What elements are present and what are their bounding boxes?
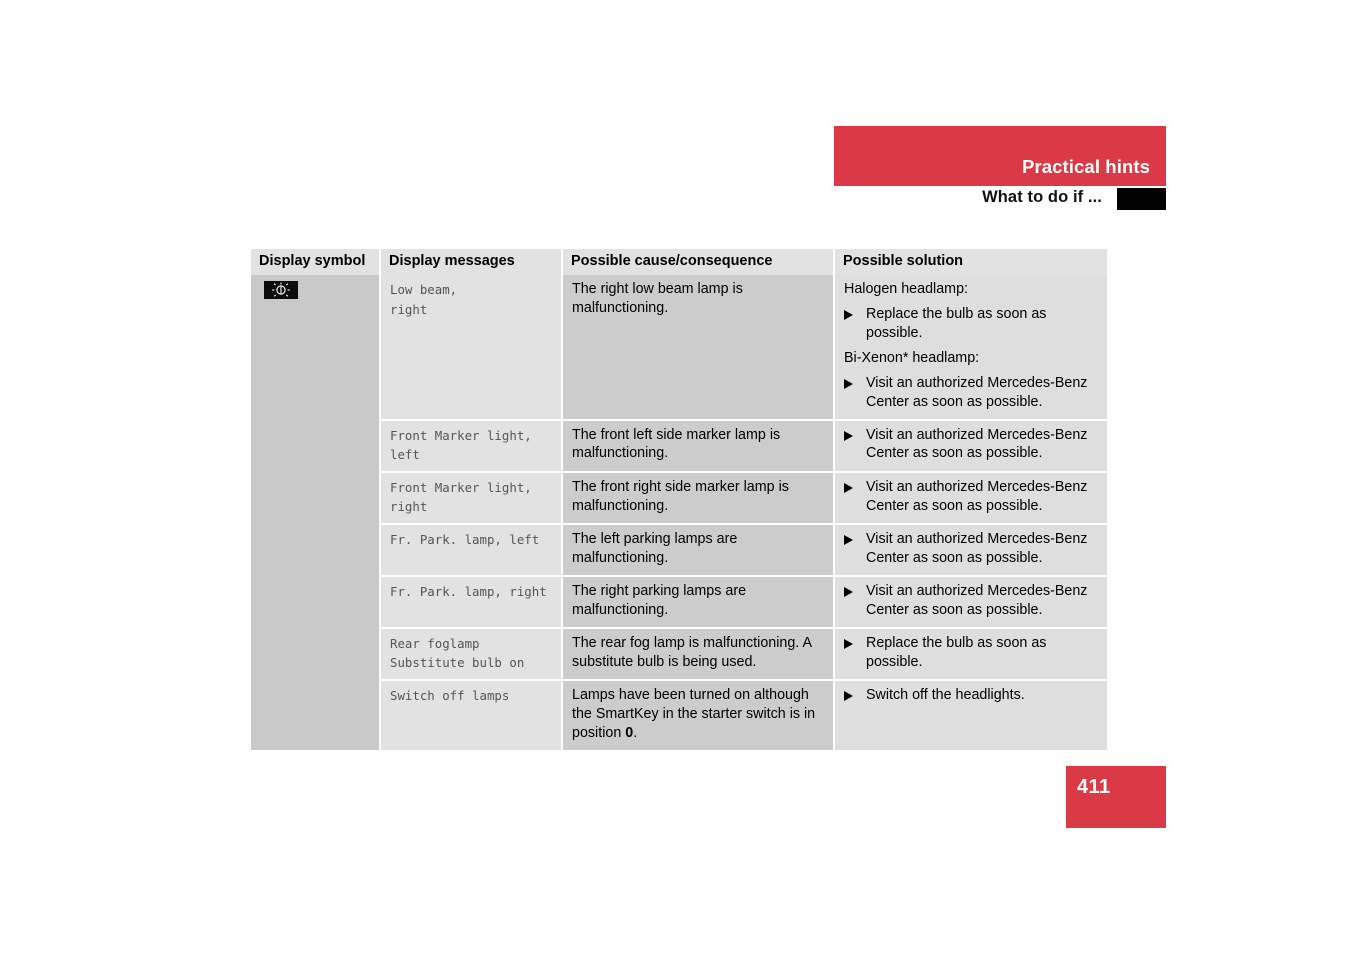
triangle-bullet-icon xyxy=(844,535,853,546)
display-message-cell: Switch off lamps xyxy=(380,680,563,750)
column-header-display-symbol: Display symbol xyxy=(251,249,381,276)
display-message-text: Front Marker light, left xyxy=(390,427,532,462)
possible-cause-cell: The right low beam lamp is malfunctionin… xyxy=(562,275,835,421)
triangle-bullet-icon xyxy=(844,310,853,321)
solution-bullet-item: Visit an authorized Mercedes-Benz Center… xyxy=(844,374,1098,412)
solution-text: Replace the bulb as soon as possible. xyxy=(866,634,1047,670)
possible-cause-cell: The left parking lamps are malfunctionin… xyxy=(562,524,835,578)
solution-bullet-item: Switch off the headlights. xyxy=(844,686,1098,705)
display-message-cell: Fr. Park. lamp, left xyxy=(380,524,563,578)
possible-cause-text: The right low beam lamp is malfunctionin… xyxy=(572,281,743,317)
triangle-bullet-icon xyxy=(844,530,866,546)
chapter-thumb-tab xyxy=(1117,188,1166,210)
triangle-bullet-icon xyxy=(844,426,866,441)
table-row: Front Marker light, right The front right… xyxy=(251,471,1107,526)
table-row: Front Marker light, left The front left s… xyxy=(251,419,1107,473)
display-message-text: Fr. Park. lamp, right xyxy=(390,584,547,600)
table-row: Rear foglamp Substitute bulb on The rear … xyxy=(251,627,1107,682)
subsection-header: What to do if ... xyxy=(834,188,1166,212)
possible-cause-text: The front right side marker lamp is malf… xyxy=(572,478,789,514)
display-message-cell: Front Marker light, left xyxy=(380,419,563,473)
solution-bullet-item: Visit an authorized Mercedes-Benz Center… xyxy=(844,530,1098,568)
triangle-bullet-icon xyxy=(844,582,866,598)
triangle-bullet-icon xyxy=(844,378,853,389)
solution-label: Halogen headlamp: xyxy=(844,281,968,298)
triangle-bullet-icon xyxy=(844,691,853,702)
display-message-text: Rear foglamp Substitute bulb on xyxy=(390,635,525,671)
possible-cause-text: The right parking lamps are malfunctioni… xyxy=(572,583,747,618)
display-message-text: Low beam, right xyxy=(390,282,458,317)
possible-solution-cell: Visit an authorized Mercedes-Benz Center… xyxy=(834,419,1107,473)
subsection-title: What to do if ... xyxy=(982,188,1102,206)
table-row: Low beam, right The right low beam lamp i… xyxy=(251,275,1107,750)
solution-bullet-item: Replace the bulb as soon as possible. xyxy=(844,305,1098,343)
possible-cause-text: The front left side marker lamp is malfu… xyxy=(572,426,781,462)
solution-bullet-item: Replace the bulb as soon as possible. xyxy=(844,634,1098,672)
solution-text: Visit an authorized Mercedes-Benz Center… xyxy=(866,426,1088,462)
possible-cause-text: The rear fog lamp is malfunctioning. A s… xyxy=(572,634,812,670)
solution-text: Visit an authorized Mercedes-Benz Center… xyxy=(866,478,1088,514)
solution-bullet-item: Visit an authorized Mercedes-Benz Center… xyxy=(844,582,1098,620)
solution-text: Visit an authorized Mercedes-Benz Center… xyxy=(866,531,1088,567)
solution-label: Bi-Xenon* headlamp: xyxy=(844,349,980,366)
triangle-bullet-icon xyxy=(844,686,866,702)
triangle-bullet-icon xyxy=(844,587,853,598)
display-message-text: Fr. Park. lamp, left xyxy=(390,532,540,548)
table-body: Low beam, right The right low beam lamp i… xyxy=(251,275,1107,750)
lamp-indicator-icon xyxy=(264,281,298,300)
triangle-bullet-icon xyxy=(844,634,866,649)
display-message-cell: Low beam, right xyxy=(380,275,563,421)
possible-cause-cell: The front right side marker lamp is malf… xyxy=(562,471,835,526)
possible-cause-cell: Lamps have been turned on although the S… xyxy=(562,680,835,750)
solution-text: Replace the bulb as soon as possible. xyxy=(866,306,1047,342)
solution-text: Visit an authorized Mercedes-Benz Center… xyxy=(866,583,1088,618)
possible-solution-cell: Halogen headlamp: Replace the bulb as soo… xyxy=(834,275,1107,421)
table-row: Fr. Park. lamp, right The right parking l… xyxy=(251,576,1107,629)
table-row: Fr. Park. lamp, left The left parking lam… xyxy=(251,524,1107,578)
display-messages-table: Display symbol Display messages Possible… xyxy=(251,249,1107,750)
possible-cause-cell: The rear fog lamp is malfunctioning. A s… xyxy=(562,627,835,682)
solution-text: Switch off the headlights. xyxy=(866,687,1025,704)
display-message-text: Switch off lamps xyxy=(390,688,510,704)
possible-cause-cell: The right parking lamps are malfunctioni… xyxy=(562,576,835,629)
solution-text: Visit an authorized Mercedes-Benz Center… xyxy=(866,374,1088,410)
possible-cause-text: Lamps have been turned on although the S… xyxy=(572,687,816,742)
page-number: 411 xyxy=(1077,776,1111,798)
possible-solution-cell: Switch off the headlights. xyxy=(834,680,1107,750)
possible-cause-text: The left parking lamps are malfunctionin… xyxy=(572,531,738,567)
solution-bullet-item: Visit an authorized Mercedes-Benz Center… xyxy=(844,426,1098,464)
triangle-bullet-icon xyxy=(844,478,866,493)
column-header-display-messages: Display messages xyxy=(380,249,563,276)
possible-solution-cell: Replace the bulb as soon as possible. xyxy=(834,627,1107,682)
page-number-badge: 411 xyxy=(1066,766,1166,828)
column-header-possible-solution: Possible solution xyxy=(834,249,1107,276)
table-row: Switch off lamps Lamps have been turned o… xyxy=(251,680,1107,750)
section-title: Practical hints xyxy=(1022,156,1150,177)
triangle-bullet-icon xyxy=(844,482,853,493)
display-message-cell: Rear foglamp Substitute bulb on xyxy=(380,627,563,682)
display-message-text: Front Marker light, right xyxy=(390,479,532,515)
table-header-row: Display symbol Display messages Possible… xyxy=(251,249,1107,276)
possible-solution-cell: Visit an authorized Mercedes-Benz Center… xyxy=(834,471,1107,526)
display-message-cell: Front Marker light, right xyxy=(380,471,563,526)
section-header-banner: Practical hints xyxy=(834,126,1166,186)
display-message-cell: Fr. Park. lamp, right xyxy=(380,576,563,629)
solution-bullet-item: Visit an authorized Mercedes-Benz Center… xyxy=(844,478,1098,516)
possible-cause-cell: The front left side marker lamp is malfu… xyxy=(562,419,835,473)
triangle-bullet-icon xyxy=(844,430,853,441)
display-symbol-cell xyxy=(251,275,381,750)
triangle-bullet-icon xyxy=(844,305,866,321)
possible-solution-cell: Visit an authorized Mercedes-Benz Center… xyxy=(834,524,1107,578)
column-header-possible-cause: Possible cause/consequence xyxy=(562,249,835,276)
triangle-bullet-icon xyxy=(844,374,866,389)
triangle-bullet-icon xyxy=(844,638,853,649)
possible-solution-cell: Visit an authorized Mercedes-Benz Center… xyxy=(834,576,1107,629)
